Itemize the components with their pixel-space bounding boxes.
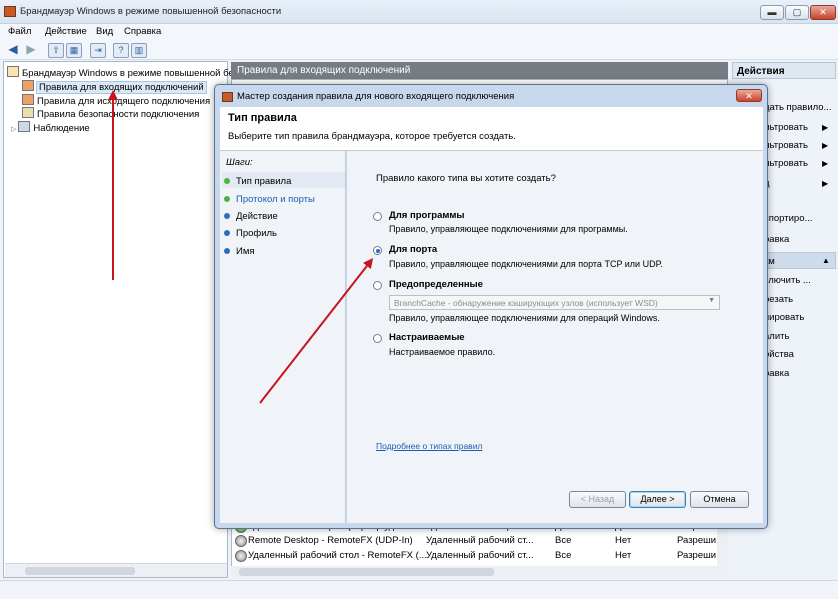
action-new-rule[interactable]: дать правило... <box>764 102 831 113</box>
action-filter-state[interactable]: льтровать <box>764 140 808 151</box>
collapse-arrow-icon[interactable]: ▲ <box>822 256 830 265</box>
cancel-button[interactable]: Отмена <box>690 491 749 508</box>
firewall-icon <box>7 66 19 77</box>
step-profile: Профиль <box>236 228 278 239</box>
tree-item-inbound-rules[interactable]: Правила для входящих подключений <box>22 80 207 94</box>
option-custom-desc: Настраиваемое правило. <box>389 347 496 357</box>
tree-item-connection-security-rules[interactable]: Правила безопасности подключения <box>22 107 199 120</box>
tree-horizontal-scrollbar[interactable] <box>5 563 227 577</box>
help-icon[interactable]: ? <box>113 43 129 58</box>
step-done-icon <box>224 196 230 202</box>
monitoring-icon <box>18 121 31 132</box>
next-button[interactable]: Далее > <box>629 491 686 508</box>
dialog-close-button[interactable]: ✕ <box>736 89 762 102</box>
disabled-rule-icon <box>235 550 247 562</box>
submenu-arrow-icon: ▶ <box>822 141 829 150</box>
step-rule-type: Тип правила <box>236 176 292 187</box>
export-list-icon[interactable]: ⇥ <box>90 43 106 58</box>
tree-root[interactable]: Брандмауэр Windows в режиме повышенной б… <box>7 66 234 79</box>
step-pending-icon <box>224 248 230 254</box>
dialog-heading: Тип правила <box>228 112 297 124</box>
menu-file[interactable]: Файл <box>8 26 31 37</box>
action-export-list[interactable]: спортиро... <box>764 213 812 224</box>
submenu-arrow-icon: ▶ <box>822 123 829 132</box>
table-row[interactable]: Remote Desktop - RemoteFX (UDP-In) Удале… <box>234 534 716 549</box>
security-rules-icon <box>22 107 34 118</box>
rules-pane-header: Правила для входящих подключений <box>231 62 728 79</box>
rules-horizontal-scrollbar[interactable] <box>231 566 717 578</box>
firewall-app-icon <box>222 92 233 102</box>
window-title: Брандмауэр Windows в режиме повышенной б… <box>20 6 282 17</box>
option-port-desc: Правило, управляющее подключениями для п… <box>389 259 663 269</box>
navigation-tree <box>3 61 228 578</box>
up-folder-icon[interactable]: ⇧ <box>48 43 64 58</box>
status-bar <box>0 580 838 599</box>
minimize-button[interactable]: ▬ <box>760 5 784 20</box>
option-program-label[interactable]: Для программы <box>389 210 465 221</box>
option-predefined-desc: Правило, управляющее подключениями для о… <box>389 313 660 323</box>
option-predefined-label[interactable]: Предопределенные <box>389 279 483 290</box>
wizard-steps-panel <box>220 151 346 523</box>
step-protocol-ports[interactable]: Протокол и порты <box>236 194 315 205</box>
dialog-subheading: Выберите тип правила брандмауэра, которо… <box>228 131 516 142</box>
option-port-label[interactable]: Для порта <box>389 244 437 255</box>
predefined-rule-select[interactable]: BranchCache - обнаружение кэширующих узл… <box>389 295 720 310</box>
menu-action[interactable]: Действие <box>45 26 87 37</box>
close-button[interactable]: ✕ <box>810 5 836 20</box>
actions-pane-header: Действия <box>732 62 836 79</box>
table-row[interactable]: Удаленный рабочий стол - RemoteFX (... У… <box>234 549 716 564</box>
action-cut[interactable]: резать <box>764 294 793 305</box>
dialog-titlebar: Мастер создания правила для нового входя… <box>219 88 764 106</box>
step-pending-icon <box>224 213 230 219</box>
back-button[interactable]: < Назад <box>569 491 626 508</box>
maximize-button[interactable]: ▢ <box>785 5 809 20</box>
tree-item-outbound-rules[interactable]: Правила для исходящего подключения <box>22 94 210 107</box>
submenu-arrow-icon: ▶ <box>822 179 829 188</box>
window-titlebar: Брандмауэр Windows в режиме повышенной б… <box>0 0 838 24</box>
radio-custom[interactable] <box>373 334 382 343</box>
option-program-desc: Правило, управляющее подключениями для п… <box>389 224 628 234</box>
action-filter-group[interactable]: льтровать <box>764 158 808 169</box>
dialog-header: Тип правила Выберите тип правила брандма… <box>220 107 763 151</box>
firewall-app-icon <box>4 6 16 17</box>
step-name: Имя <box>236 246 255 257</box>
step-pending-icon <box>224 230 230 236</box>
step-action: Действие <box>236 211 278 222</box>
show-action-pane-icon[interactable]: ▥ <box>131 43 147 58</box>
toolbar: ◀ ▶ ⇧ ▦ ⇥ ? ▥ <box>0 40 838 60</box>
scrollbar-thumb[interactable] <box>239 568 494 576</box>
outbound-rules-icon <box>22 94 34 105</box>
expand-arrow-icon[interactable]: ▷ <box>11 126 16 133</box>
forward-arrow-icon[interactable]: ▶ <box>24 43 38 56</box>
step-done-icon <box>224 178 230 184</box>
learn-more-link[interactable]: Подробнее о типах правил <box>376 441 482 451</box>
dropdown-arrow-icon: ▼ <box>708 297 715 304</box>
tree-item-monitoring[interactable]: ▷ Наблюдение <box>11 121 90 134</box>
disabled-rule-icon <box>235 535 247 547</box>
menu-bar: Файл Действие Вид Справка <box>0 24 838 40</box>
option-custom-label[interactable]: Настраиваемые <box>389 332 465 343</box>
action-copy[interactable]: пировать <box>764 312 804 323</box>
submenu-arrow-icon: ▶ <box>822 159 829 168</box>
action-disable-rule[interactable]: ключить ... <box>764 275 811 286</box>
menu-help[interactable]: Справка <box>124 26 161 37</box>
show-tree-icon[interactable]: ▦ <box>66 43 82 58</box>
action-filter-profile[interactable]: льтровать <box>764 122 808 133</box>
steps-header: Шаги: <box>226 157 253 168</box>
scrollbar-thumb[interactable] <box>25 567 135 575</box>
radio-predefined[interactable] <box>373 281 382 290</box>
back-arrow-icon[interactable]: ◀ <box>6 43 20 56</box>
inbound-rules-icon <box>22 80 34 91</box>
radio-port[interactable] <box>373 246 382 255</box>
menu-view[interactable]: Вид <box>96 26 113 37</box>
action-properties[interactable]: ойства <box>764 349 794 360</box>
radio-program[interactable] <box>373 212 382 221</box>
rule-type-question: Правило какого типа вы хотите создать? <box>376 173 556 184</box>
